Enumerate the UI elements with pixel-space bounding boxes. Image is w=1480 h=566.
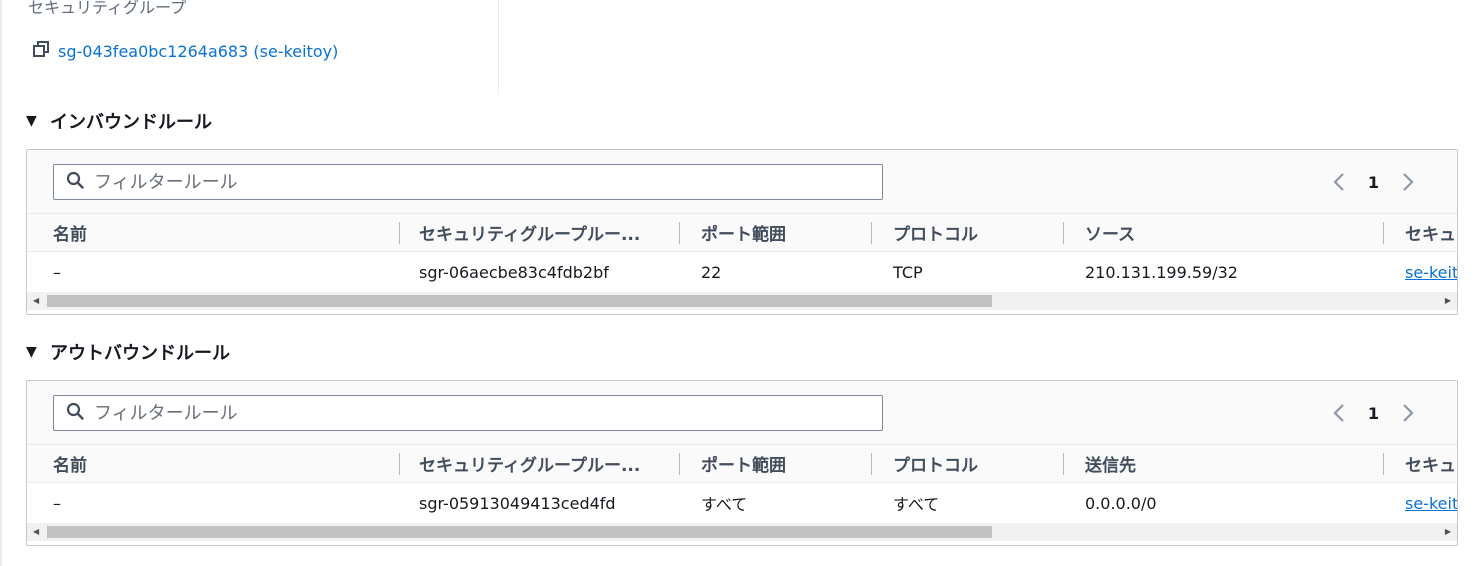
cell-name: – — [53, 493, 61, 513]
column-resizer[interactable] — [871, 453, 872, 475]
cell-security-group-link[interactable]: se-keit — [1405, 483, 1457, 523]
column-resizer[interactable] — [399, 453, 400, 475]
cell-source: 210.131.199.59/32 — [1085, 262, 1238, 282]
horizontal-scrollbar[interactable]: ◀ ▶ — [27, 292, 1457, 310]
table-row: – sgr-05913049413ced4fd すべて すべて 0.0.0.0/… — [27, 483, 1457, 523]
column-resizer[interactable] — [1063, 222, 1064, 244]
cell-rule-id: sgr-06aecbe83c4fdb2bf — [419, 262, 609, 282]
column-header-security-group[interactable]: セキュ — [1405, 214, 1456, 251]
security-group-link[interactable]: sg-043fea0bc1264a683 (se-keitoy) — [32, 40, 338, 62]
inbound-table-header: 名前 セキュリティグループルー... ポート範囲 プロトコル ソース セキュ — [27, 214, 1457, 252]
cell-security-group-link[interactable]: se-keit — [1405, 252, 1457, 292]
scroll-right-icon[interactable]: ▶ — [1445, 527, 1451, 536]
outbound-rules-table: 1 名前 セキュリティグループルー... ポート範囲 プロトコル 送信先 セキュ… — [26, 380, 1458, 546]
column-header-port-range[interactable]: ポート範囲 — [701, 445, 786, 482]
column-header-destination[interactable]: 送信先 — [1085, 445, 1136, 482]
cell-port-range: 22 — [701, 262, 722, 282]
inbound-rules-header[interactable]: ▼ インバウンドルール — [26, 108, 212, 134]
inbound-rules-title: インバウンドルール — [50, 112, 212, 133]
column-resizer[interactable] — [1383, 222, 1384, 244]
inbound-page-number[interactable]: 1 — [1368, 173, 1379, 192]
outbound-filter-input[interactable] — [94, 402, 854, 424]
outbound-page-number[interactable]: 1 — [1368, 404, 1379, 423]
inbound-filter-field[interactable] — [53, 164, 883, 200]
scrollbar-thumb[interactable] — [47, 295, 992, 307]
cell-rule-id: sgr-05913049413ced4fd — [419, 493, 616, 513]
inbound-filter-input[interactable] — [94, 171, 854, 193]
copy-icon[interactable] — [32, 40, 50, 62]
column-header-security-group[interactable]: セキュ — [1405, 445, 1456, 482]
outbound-pagination: 1 — [1328, 399, 1419, 427]
column-header-protocol[interactable]: プロトコル — [893, 445, 978, 482]
column-header-source[interactable]: ソース — [1085, 214, 1135, 251]
inbound-toolbar: 1 — [27, 150, 1457, 214]
column-resizer[interactable] — [871, 222, 872, 244]
column-header-rule-id[interactable]: セキュリティグループルー... — [419, 214, 640, 251]
cell-protocol: TCP — [893, 262, 923, 282]
column-resizer[interactable] — [1063, 453, 1064, 475]
chevron-right-icon[interactable] — [1397, 168, 1419, 196]
table-row: – sgr-06aecbe83c4fdb2bf 22 TCP 210.131.1… — [27, 252, 1457, 292]
outbound-toolbar: 1 — [27, 381, 1457, 445]
search-icon — [66, 171, 84, 193]
security-group-label: セキュリティグループ — [28, 0, 187, 17]
column-header-name[interactable]: 名前 — [53, 445, 87, 482]
inbound-rules-table: 1 名前 セキュリティグループルー... ポート範囲 プロトコル ソース セキュ… — [26, 149, 1458, 315]
outbound-rules-title: アウトバウンドルール — [50, 343, 230, 364]
cell-name: – — [53, 262, 61, 282]
column-divider — [498, 0, 499, 94]
horizontal-scrollbar[interactable]: ◀ ▶ — [27, 523, 1457, 541]
chevron-left-icon[interactable] — [1328, 399, 1350, 427]
column-header-protocol[interactable]: プロトコル — [893, 214, 978, 251]
column-resizer[interactable] — [679, 222, 680, 244]
scroll-left-icon[interactable]: ◀ — [33, 527, 39, 536]
caret-down-icon[interactable]: ▼ — [26, 113, 40, 129]
scroll-right-icon[interactable]: ▶ — [1445, 296, 1451, 305]
outbound-table-header: 名前 セキュリティグループルー... ポート範囲 プロトコル 送信先 セキュ — [27, 445, 1457, 483]
scroll-left-icon[interactable]: ◀ — [33, 296, 39, 305]
security-group-id[interactable]: sg-043fea0bc1264a683 (se-keitoy) — [58, 42, 338, 61]
search-icon — [66, 402, 84, 424]
cell-protocol: すべて — [893, 495, 940, 514]
caret-down-icon[interactable]: ▼ — [26, 344, 40, 360]
column-resizer[interactable] — [679, 453, 680, 475]
chevron-left-icon[interactable] — [1328, 168, 1350, 196]
column-header-rule-id[interactable]: セキュリティグループルー... — [419, 445, 640, 482]
column-header-port-range[interactable]: ポート範囲 — [701, 214, 786, 251]
left-border — [0, 0, 2, 566]
column-resizer[interactable] — [399, 222, 400, 244]
chevron-right-icon[interactable] — [1397, 399, 1419, 427]
cell-destination: 0.0.0.0/0 — [1085, 493, 1157, 513]
outbound-filter-field[interactable] — [53, 395, 883, 431]
outbound-rules-header[interactable]: ▼ アウトバウンドルール — [26, 339, 230, 365]
column-header-name[interactable]: 名前 — [53, 214, 87, 251]
column-resizer[interactable] — [1383, 453, 1384, 475]
inbound-pagination: 1 — [1328, 168, 1419, 196]
cell-port-range: すべて — [701, 495, 748, 514]
scrollbar-thumb[interactable] — [47, 526, 992, 538]
